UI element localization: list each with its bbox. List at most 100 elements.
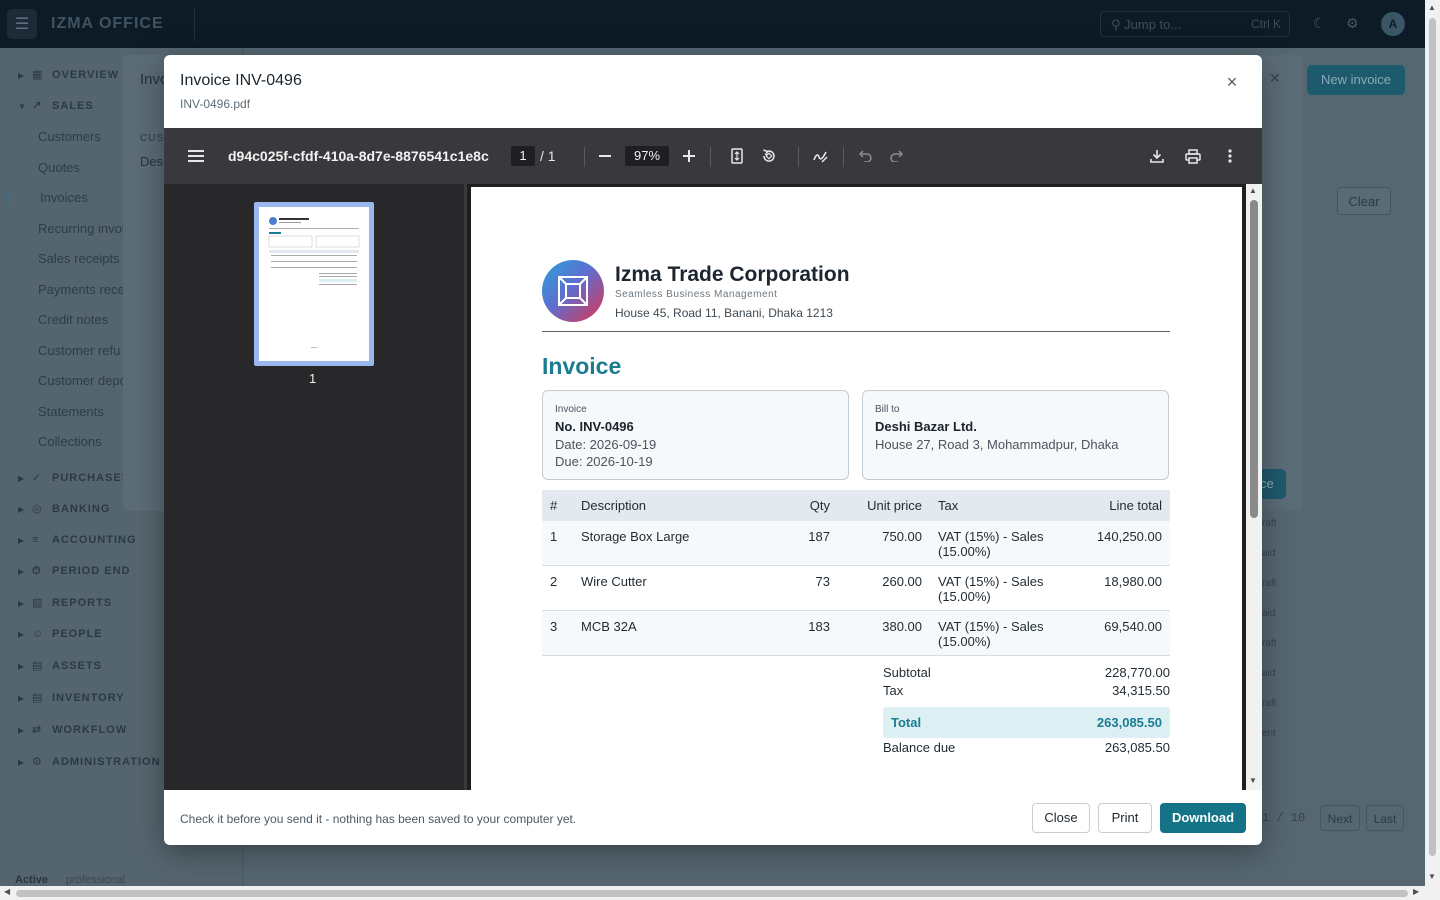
more-options-icon[interactable] <box>1220 128 1240 184</box>
sidebar-item-credit-notes[interactable]: Credit notes <box>38 312 124 327</box>
rotate-icon[interactable] <box>759 128 779 184</box>
zoom-in-icon[interactable] <box>679 128 699 184</box>
subtotal-value: 228,770.00 <box>1104 665 1170 680</box>
undo-icon[interactable] <box>855 128 875 184</box>
line-total: 18,980.00 <box>1062 565 1170 611</box>
line-tax: VAT (15%) - Sales (15.00%) <box>930 610 1062 656</box>
company-name: Izma Trade Corporation <box>615 263 850 286</box>
sidebar-section-inventory[interactable]: ▶ ▤ INVENTORY <box>18 691 125 704</box>
scroll-up-icon[interactable]: ▲ <box>1428 3 1436 12</box>
window-vertical-scrollbar[interactable]: ▲ ▼ <box>1425 0 1440 900</box>
line-qty: 73 <box>788 565 838 611</box>
scroll-up-icon[interactable]: ▲ <box>1249 186 1257 195</box>
sidebar-section-assets[interactable]: ▶ ▤ ASSETS <box>18 659 102 672</box>
total-value: 263,085.50 <box>1096 715 1162 730</box>
column-header: Qty <box>788 490 838 521</box>
scroll-down-icon[interactable]: ▼ <box>1249 776 1257 785</box>
invoice-info-card: Invoice No. INV-0496 Date: 2026-09-19 Du… <box>542 390 849 480</box>
page-number-input[interactable]: 1 <box>511 146 535 166</box>
menu-icon[interactable]: ☰ <box>7 9 37 39</box>
status-badge: ent <box>1262 728 1276 739</box>
sidebar-item-collections[interactable]: Collections <box>38 434 124 449</box>
next-button[interactable]: Next <box>1320 805 1360 831</box>
divider <box>584 147 585 167</box>
status-badge: aid <box>1262 608 1276 619</box>
modal-title: Invoice INV-0496 <box>180 72 302 89</box>
sidebar-item-quotes[interactable]: Quotes <box>38 160 124 175</box>
sidebar-item-customer-refunds[interactable]: Customer refu <box>38 343 124 358</box>
sidebar-item-recurring-invoices[interactable]: Recurring invoi <box>38 221 124 236</box>
customer-label: CUS <box>140 133 165 144</box>
print-icon[interactable] <box>1182 128 1204 184</box>
status-badge: aid <box>1262 668 1276 679</box>
jump-to-search[interactable]: ⚲ Jump to... Ctrl K <box>1100 11 1290 37</box>
draw-icon[interactable] <box>810 128 830 184</box>
line-description: Storage Box Large <box>573 521 788 566</box>
sidebar-section-workflow[interactable]: ▶ ⇄ WORKFLOW <box>18 723 127 736</box>
close-button[interactable]: Close <box>1032 803 1090 833</box>
invoice-heading: Invoice <box>542 353 622 379</box>
sidebar-section-people[interactable]: ▶ ☺ PEOPLE <box>18 628 103 640</box>
sidebar-item-statements[interactable]: Statements <box>38 404 124 419</box>
table-row: 2 Wire Cutter 73 260.00 VAT (15%) - Sale… <box>542 565 1170 611</box>
zoom-input[interactable]: 97% <box>625 146 669 166</box>
scroll-right-icon[interactable]: ▶ <box>1413 887 1419 896</box>
scrollbar-thumb[interactable] <box>1429 18 1436 856</box>
document-scrollbar[interactable]: ▲ ▼ <box>1246 184 1262 790</box>
gear-icon[interactable]: ⚙ <box>1346 15 1359 32</box>
redo-icon[interactable] <box>887 128 907 184</box>
page-thumbnail[interactable] <box>254 202 374 366</box>
customer-name: Deshi Bazar Ltd. <box>875 419 977 434</box>
sidebar-section-banking[interactable]: ▶ ◎ BANKING <box>18 502 110 515</box>
sidebar-section-purchases[interactable]: ▶ ✓ PURCHASES <box>18 471 130 484</box>
page-count: / 1 <box>540 148 556 164</box>
line-unit-price: 380.00 <box>838 610 930 656</box>
print-button[interactable]: Print <box>1098 803 1152 833</box>
sidebar-section-reports[interactable]: ▶ ▧ REPORTS <box>18 596 112 609</box>
scroll-down-icon[interactable]: ▼ <box>1428 872 1436 881</box>
sidebar-section-sales[interactable]: ▼ ↗ SALES <box>18 99 94 112</box>
window-horizontal-scrollbar[interactable]: ◀ ▶ <box>0 886 1425 900</box>
zoom-out-icon[interactable] <box>595 128 615 184</box>
line-total: 69,540.00 <box>1062 610 1170 656</box>
sidebar-section-period-end[interactable]: ▶ ⏱ PERIOD END <box>18 565 130 578</box>
scrollbar-thumb[interactable] <box>16 890 1408 897</box>
plan-text: professional <box>66 874 126 886</box>
column-header: Tax <box>930 490 1062 521</box>
bill-to-label: Bill to <box>875 404 900 415</box>
sidebar-section-administration[interactable]: ▶ ⚙ ADMINISTRATION <box>18 755 161 768</box>
table-row: 3 MCB 32A 183 380.00 VAT (15%) - Sales (… <box>542 610 1170 656</box>
sidebar-item-customer-deposits[interactable]: Customer depo <box>38 373 124 388</box>
download-button[interactable]: Download <box>1160 803 1246 833</box>
sidebar-section-accounting[interactable]: ▶ ≡ ACCOUNTING <box>18 534 137 546</box>
download-icon[interactable] <box>1147 128 1167 184</box>
status-badge: raft <box>1262 578 1277 589</box>
sidebar-section-overview[interactable]: ▶ ▦ OVERVIEW <box>18 68 119 81</box>
line-tax: VAT (15%) - Sales (15.00%) <box>930 565 1062 611</box>
close-icon[interactable]: × <box>1224 72 1240 92</box>
sidebar-item-invoices[interactable]: Invoices <box>8 190 124 205</box>
sidebar-toggle-icon[interactable] <box>184 128 208 184</box>
subtotal-label: Subtotal <box>883 665 931 680</box>
clear-button[interactable]: Clear <box>1337 187 1391 215</box>
sidebar-item-sales-receipts[interactable]: Sales receipts <box>38 251 124 266</box>
company-address: House 45, Road 11, Banani, Dhaka 1213 <box>615 306 833 320</box>
shortcut-hint: Ctrl K <box>1251 17 1281 31</box>
description-label: Des <box>140 154 164 169</box>
last-button[interactable]: Last <box>1366 805 1404 831</box>
moon-icon[interactable]: ☾ <box>1313 15 1326 32</box>
new-invoice-button[interactable]: New invoice <box>1307 65 1405 95</box>
scrollbar-thumb[interactable] <box>1250 200 1258 518</box>
pdf-page: Izma Trade Corporation Seamless Business… <box>471 187 1242 790</box>
avatar[interactable]: A <box>1381 12 1405 36</box>
close-icon[interactable]: ✕ <box>1269 70 1281 87</box>
sidebar-item-payments-received[interactable]: Payments recei <box>38 282 124 297</box>
scroll-left-icon[interactable]: ◀ <box>4 887 10 896</box>
table-row: 1 Storage Box Large 187 750.00 VAT (15%)… <box>542 521 1170 566</box>
line-number: 1 <box>542 521 573 566</box>
line-unit-price: 750.00 <box>838 521 930 566</box>
sidebar-item-customers[interactable]: Customers <box>38 129 124 144</box>
pdf-toolbar: d94c025f-cfdf-410a-8d7e-8876541c1e8c 1 /… <box>164 128 1262 184</box>
fit-page-icon[interactable] <box>727 128 747 184</box>
tax-value: 34,315.50 <box>1112 683 1170 698</box>
